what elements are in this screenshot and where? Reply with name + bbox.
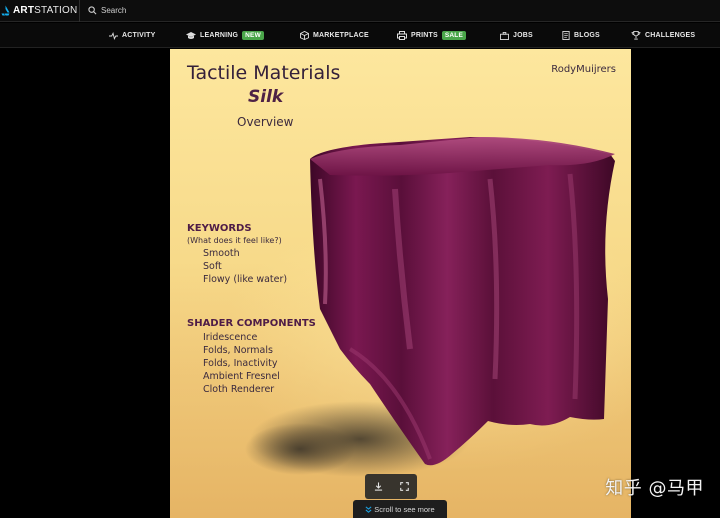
shader-item: Cloth Renderer xyxy=(203,384,275,395)
nav-prints-label: PRINTS xyxy=(411,32,438,39)
nav-jobs[interactable]: JOBS xyxy=(500,23,533,48)
printer-icon xyxy=(397,31,407,40)
scroll-hint-label: Scroll to see more xyxy=(374,504,435,514)
keywords-heading: KEYWORDS xyxy=(187,223,252,234)
shader-item: Iridescence xyxy=(203,332,258,343)
logo-text: ARTSTATION xyxy=(13,5,78,16)
briefcase-icon xyxy=(500,31,509,40)
new-badge: NEW xyxy=(242,31,264,40)
keyword-item: Smooth xyxy=(203,248,240,259)
keywords-list: Smooth Soft Flowy (like water) xyxy=(203,247,287,286)
fullscreen-button[interactable] xyxy=(395,478,413,496)
nav-blogs-label: BLOGS xyxy=(574,32,600,39)
artwork-image: Tactile Materials Silk Overview RodyMuij… xyxy=(170,49,631,518)
download-icon xyxy=(374,482,382,491)
document-icon xyxy=(562,31,570,40)
shader-item: Folds, Normals xyxy=(203,345,273,356)
double-chevron-down-icon xyxy=(365,505,372,513)
artwork-stage: Tactile Materials Silk Overview RodyMuij… xyxy=(0,49,720,518)
nav-learning[interactable]: LEARNING NEW xyxy=(186,23,264,48)
nav-marketplace[interactable]: MARKETPLACE xyxy=(300,23,369,48)
keyword-item: Soft xyxy=(203,261,222,272)
artstation-logo-icon xyxy=(1,5,10,16)
nav-challenges-label: CHALLENGES xyxy=(645,32,696,39)
artwork-title: Tactile Materials xyxy=(187,62,341,84)
scroll-hint[interactable]: Scroll to see more xyxy=(353,500,447,518)
artstation-logo[interactable]: ARTSTATION xyxy=(0,0,80,22)
nav-activity[interactable]: ACTIVITY xyxy=(109,23,156,48)
nav-challenges[interactable]: CHALLENGES xyxy=(631,23,695,48)
search-input[interactable] xyxy=(101,6,401,15)
graduation-cap-icon xyxy=(186,31,196,39)
sale-badge: SALE xyxy=(441,31,467,40)
main-nav: ACTIVITY LEARNING NEW MARKETPLACE PRINTS… xyxy=(0,23,720,48)
fullscreen-icon xyxy=(399,482,409,491)
zhihu-watermark: 知乎 @马甲 xyxy=(605,478,704,499)
top-bar: ARTSTATION xyxy=(0,0,720,22)
download-button[interactable] xyxy=(369,478,387,496)
trophy-icon xyxy=(631,31,641,40)
viewer-toolbar xyxy=(365,474,417,499)
nav-marketplace-label: MARKETPLACE xyxy=(313,32,369,39)
nav-activity-label: ACTIVITY xyxy=(122,32,156,39)
nav-learning-label: LEARNING xyxy=(200,32,239,39)
keywords-note: (What does it feel like?) xyxy=(187,236,282,245)
artwork-subtitle: Silk xyxy=(248,87,284,107)
shader-item: Folds, Inactivity xyxy=(203,358,278,369)
box-icon xyxy=(300,31,309,40)
shader-item: Ambient Fresnel xyxy=(203,371,280,382)
nav-jobs-label: JOBS xyxy=(513,32,533,39)
artwork-overview: Overview xyxy=(237,115,294,129)
artwork-author: RodyMuijrers xyxy=(551,64,616,75)
nav-prints[interactable]: PRINTS SALE xyxy=(397,23,467,48)
search-icon xyxy=(88,6,97,15)
keyword-item: Flowy (like water) xyxy=(203,274,288,285)
search-bar[interactable] xyxy=(80,0,700,22)
activity-icon xyxy=(109,31,118,40)
shader-list: Iridescence Folds, Normals Folds, Inacti… xyxy=(203,331,280,396)
nav-blogs[interactable]: BLOGS xyxy=(562,23,600,48)
shader-heading: SHADER COMPONENTS xyxy=(187,318,316,329)
